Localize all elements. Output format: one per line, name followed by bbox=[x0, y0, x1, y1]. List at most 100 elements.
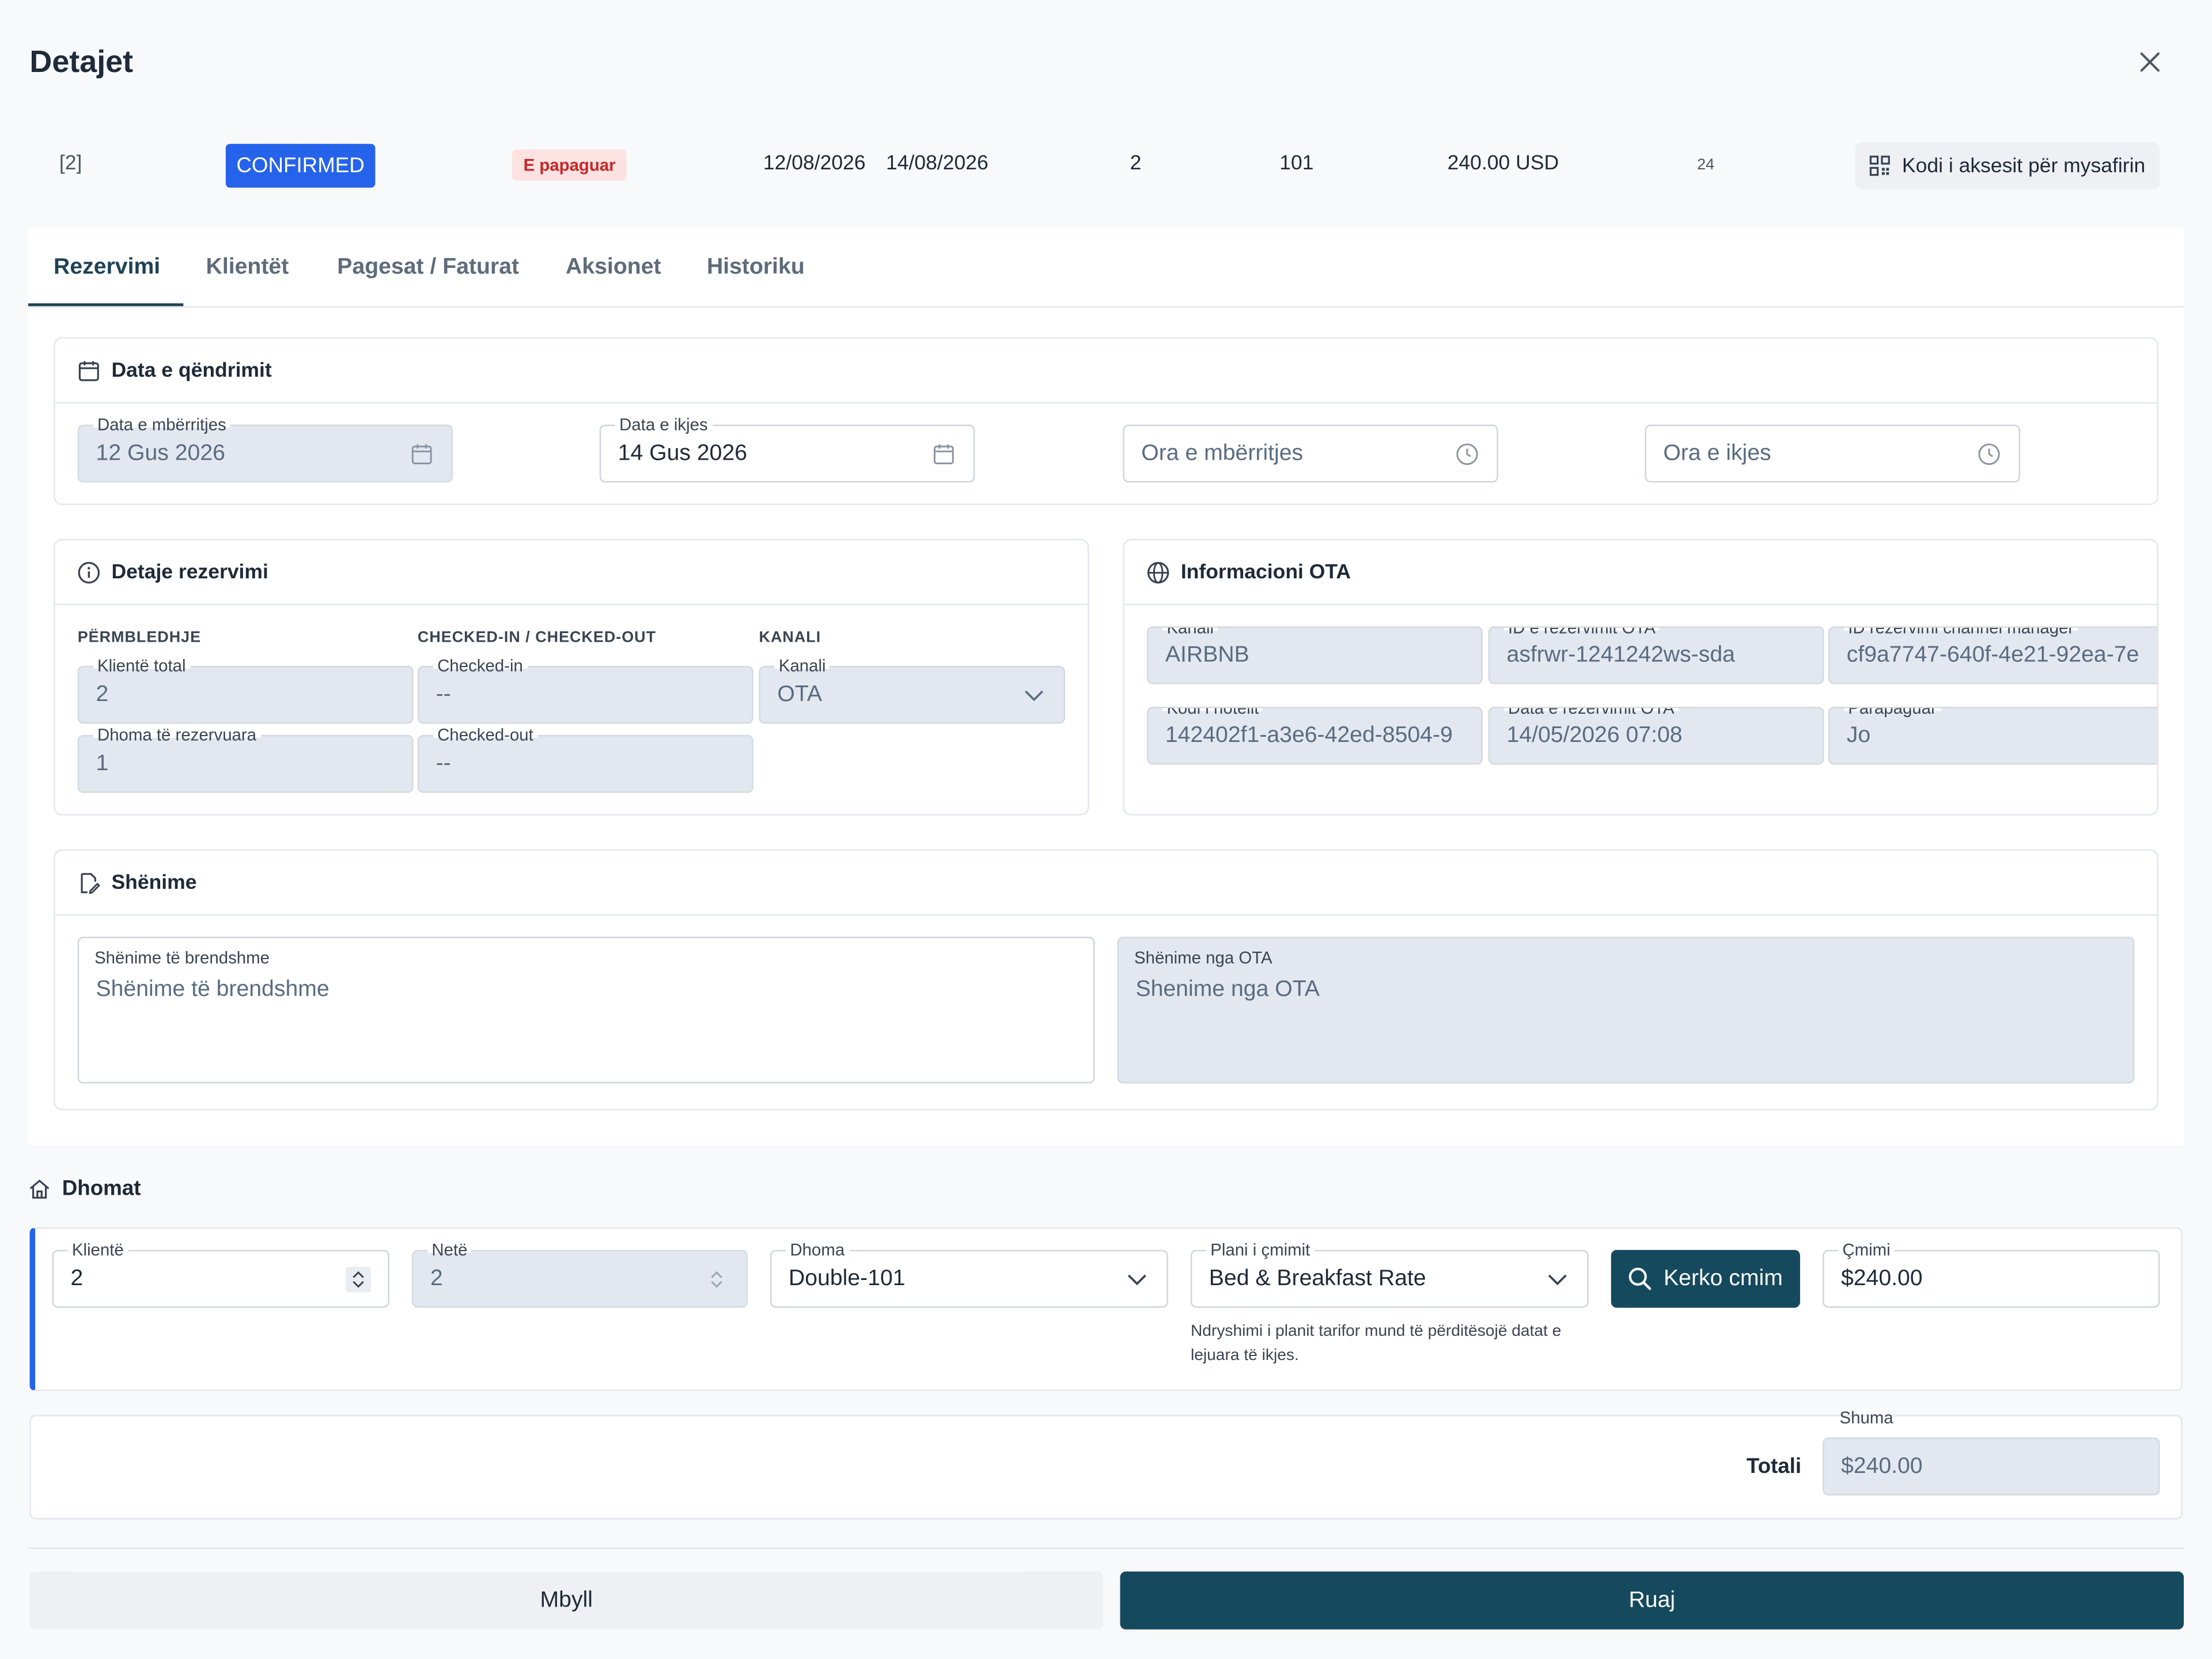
rate-plan-hint: Ndryshimi i planit tarifor mund të përdi… bbox=[1190, 1323, 1562, 1365]
save-button[interactable]: Ruaj bbox=[1120, 1571, 2184, 1630]
booking-details-header: Detaje rezervimi bbox=[55, 540, 1088, 605]
ota-info-title: Informacioni OTA bbox=[1180, 560, 1351, 584]
tab-klientet[interactable]: Klientët bbox=[206, 255, 289, 281]
sum-field: $240.00 bbox=[1823, 1437, 2160, 1495]
close-icon[interactable] bbox=[2133, 45, 2167, 79]
prepaid-value: Jo bbox=[1846, 724, 1871, 748]
chevron-down-icon[interactable] bbox=[1545, 1267, 1570, 1292]
ota-booking-id-label: ID e rezervimit OTA bbox=[1503, 627, 1661, 638]
ota-booking-id-value: asfrwr-1241242ws-sda bbox=[1506, 643, 1735, 668]
price-label: Çmimi bbox=[1838, 1240, 1895, 1260]
info-icon bbox=[78, 561, 100, 583]
departure-date-value: 14 Gus 2026 bbox=[618, 441, 748, 466]
prepaid-label: Parapaguar bbox=[1843, 708, 1941, 718]
arrival-date-label: Data e mbërritjes bbox=[93, 415, 232, 435]
booking-details-title: Detaje rezervimi bbox=[111, 560, 268, 584]
calendar-icon bbox=[78, 360, 99, 381]
prepaid-field: Parapaguar Jo bbox=[1828, 706, 2157, 765]
globe-icon bbox=[1147, 561, 1169, 583]
clock-icon[interactable] bbox=[1976, 442, 2002, 467]
total-clients-value: 2 bbox=[96, 683, 109, 707]
close-button[interactable]: Mbyll bbox=[29, 1571, 1104, 1630]
guest-access-code-button[interactable]: Kodi i aksesit për mysafirin bbox=[1855, 142, 2160, 190]
arrival-time-input[interactable]: Ora e mbërritjes bbox=[1123, 425, 1498, 483]
room-select-label: Dhoma bbox=[786, 1240, 849, 1260]
ota-booking-date-value: 14/05/2026 07:08 bbox=[1506, 724, 1683, 748]
stepper-arrows-icon[interactable] bbox=[346, 1267, 372, 1293]
room-select[interactable]: Dhoma Double-101 bbox=[770, 1240, 1168, 1308]
summary-nights: 2 bbox=[1130, 152, 1142, 175]
ota-info-card: Informacioni OTA Kanali AIRBNB ID e reze… bbox=[1123, 539, 2158, 816]
total-label: Totali bbox=[1746, 1454, 1802, 1479]
tab-bar: Rezervimi Klientët Pagesat / Faturat Aks… bbox=[28, 229, 2184, 308]
rooms-booked-value: 1 bbox=[96, 752, 109, 776]
ota-notes-value: Shenime nga OTA bbox=[1135, 978, 1320, 1002]
payment-status-badge: E papaguar bbox=[512, 149, 627, 181]
rate-plan-select[interactable]: Plani i çmimit Bed & Breakfast Rate bbox=[1190, 1240, 1589, 1308]
notes-header: Shënime bbox=[55, 851, 2157, 916]
search-price-button[interactable]: Kerko cmim bbox=[1611, 1249, 1800, 1308]
qr-code-icon bbox=[1870, 156, 1891, 176]
hotel-code-field: Kodi i hotelit 142402f1-a3e6-42ed-8504-9 bbox=[1147, 706, 1483, 765]
arrival-date-field: Data e mbërritjes 12 Gus 2026 bbox=[77, 415, 453, 483]
room-nights-stepper: Netë 2 bbox=[412, 1240, 748, 1308]
checked-in-value: -- bbox=[435, 683, 451, 707]
stepper-arrows-icon bbox=[711, 1271, 722, 1288]
footer-divider bbox=[28, 1547, 2184, 1550]
price-input[interactable]: Çmimi $240.00 bbox=[1823, 1240, 2160, 1308]
departure-date-field[interactable]: Data e ikjes 14 Gus 2026 bbox=[599, 415, 975, 483]
stay-dates-title: Data e qëndrimit bbox=[111, 359, 272, 382]
total-clients-label: Klientë total bbox=[93, 656, 190, 676]
sum-label: Shuma bbox=[1839, 1408, 1893, 1428]
channel-select-label: Kanali bbox=[774, 656, 831, 676]
room-nights-label: Netë bbox=[427, 1240, 472, 1260]
internal-notes-textarea[interactable]: Shënime të brendshme Shënime të brendshm… bbox=[77, 937, 1095, 1084]
rooms-booked-label: Dhoma të rezervuara bbox=[93, 725, 261, 745]
notes-title: Shënime bbox=[111, 871, 197, 894]
rooms-title-text: Dhomat bbox=[62, 1176, 141, 1201]
ota-booking-date-label: Data e rezervimit OTA bbox=[1503, 708, 1679, 718]
clock-icon[interactable] bbox=[1455, 442, 1480, 467]
channel-manager-id-label: ID rezervimi channel manager bbox=[1843, 627, 2078, 638]
room-clients-stepper[interactable]: Klientë 2 bbox=[52, 1240, 389, 1308]
tab-pagesat-faturat[interactable]: Pagesat / Faturat bbox=[337, 255, 519, 281]
tab-aksionet[interactable]: Aksionet bbox=[566, 255, 661, 281]
room-clients-value: 2 bbox=[70, 1267, 84, 1291]
ota-info-header: Informacioni OTA bbox=[1124, 540, 2157, 605]
rooms-section-title: Dhomat bbox=[28, 1176, 141, 1200]
channel-select[interactable]: Kanali OTA bbox=[759, 656, 1065, 724]
ota-channel-value: AIRBNB bbox=[1165, 643, 1249, 668]
search-price-label: Kerko cmim bbox=[1664, 1266, 1783, 1290]
departure-time-placeholder: Ora e ikjes bbox=[1663, 441, 1771, 466]
booking-details-modal: Detajet [2] CONFIRMED E papaguar 12/08/2… bbox=[0, 0, 2212, 1659]
internal-notes-label: Shënime të brendshme bbox=[94, 948, 270, 968]
channel-group-label: KANALI bbox=[759, 629, 821, 646]
search-icon bbox=[1629, 1267, 1652, 1290]
summary-group-label: PËRMBLEDHJE bbox=[77, 629, 202, 646]
channel-manager-id-value: cf9a7747-640f-4e21-92ea-7e bbox=[1846, 643, 2139, 668]
checkin-group-label: CHECKED-IN / CHECKED-OUT bbox=[417, 629, 657, 646]
active-tab-indicator bbox=[28, 303, 184, 306]
room-nights-value: 2 bbox=[430, 1267, 443, 1291]
home-icon bbox=[29, 1179, 50, 1198]
summary-amount: 240.00 USD bbox=[1447, 152, 1559, 175]
sum-value: $240.00 bbox=[1840, 1454, 1923, 1479]
tab-historiku[interactable]: Historiku bbox=[707, 255, 805, 281]
chevron-down-icon[interactable] bbox=[1021, 683, 1047, 708]
departure-time-input[interactable]: Ora e ikjes bbox=[1645, 425, 2020, 483]
checked-in-field: Checked-in -- bbox=[417, 656, 753, 724]
ota-booking-id-field: ID e rezervimit OTA asfrwr-1241242ws-sda bbox=[1488, 626, 1824, 684]
departure-date-label: Data e ikjes bbox=[615, 415, 713, 435]
rooms-booked-field: Dhoma të rezervuara 1 bbox=[77, 725, 414, 793]
ota-channel-label: Kanali bbox=[1162, 627, 1219, 638]
modal-title: Detajet bbox=[29, 43, 134, 79]
status-badge: CONFIRMED bbox=[225, 143, 376, 188]
summary-small-value: 24 bbox=[1697, 156, 1715, 174]
price-value: $240.00 bbox=[1840, 1267, 1923, 1291]
guest-access-code-label: Kodi i aksesit për mysafirin bbox=[1902, 154, 2146, 177]
channel-manager-id-field: ID rezervimi channel manager cf9a7747-64… bbox=[1828, 626, 2157, 684]
rate-plan-label: Plani i çmimit bbox=[1206, 1240, 1315, 1260]
calendar-icon[interactable] bbox=[931, 442, 956, 467]
chevron-down-icon[interactable] bbox=[1124, 1267, 1150, 1292]
tab-rezervimi[interactable]: Rezervimi bbox=[54, 255, 160, 281]
